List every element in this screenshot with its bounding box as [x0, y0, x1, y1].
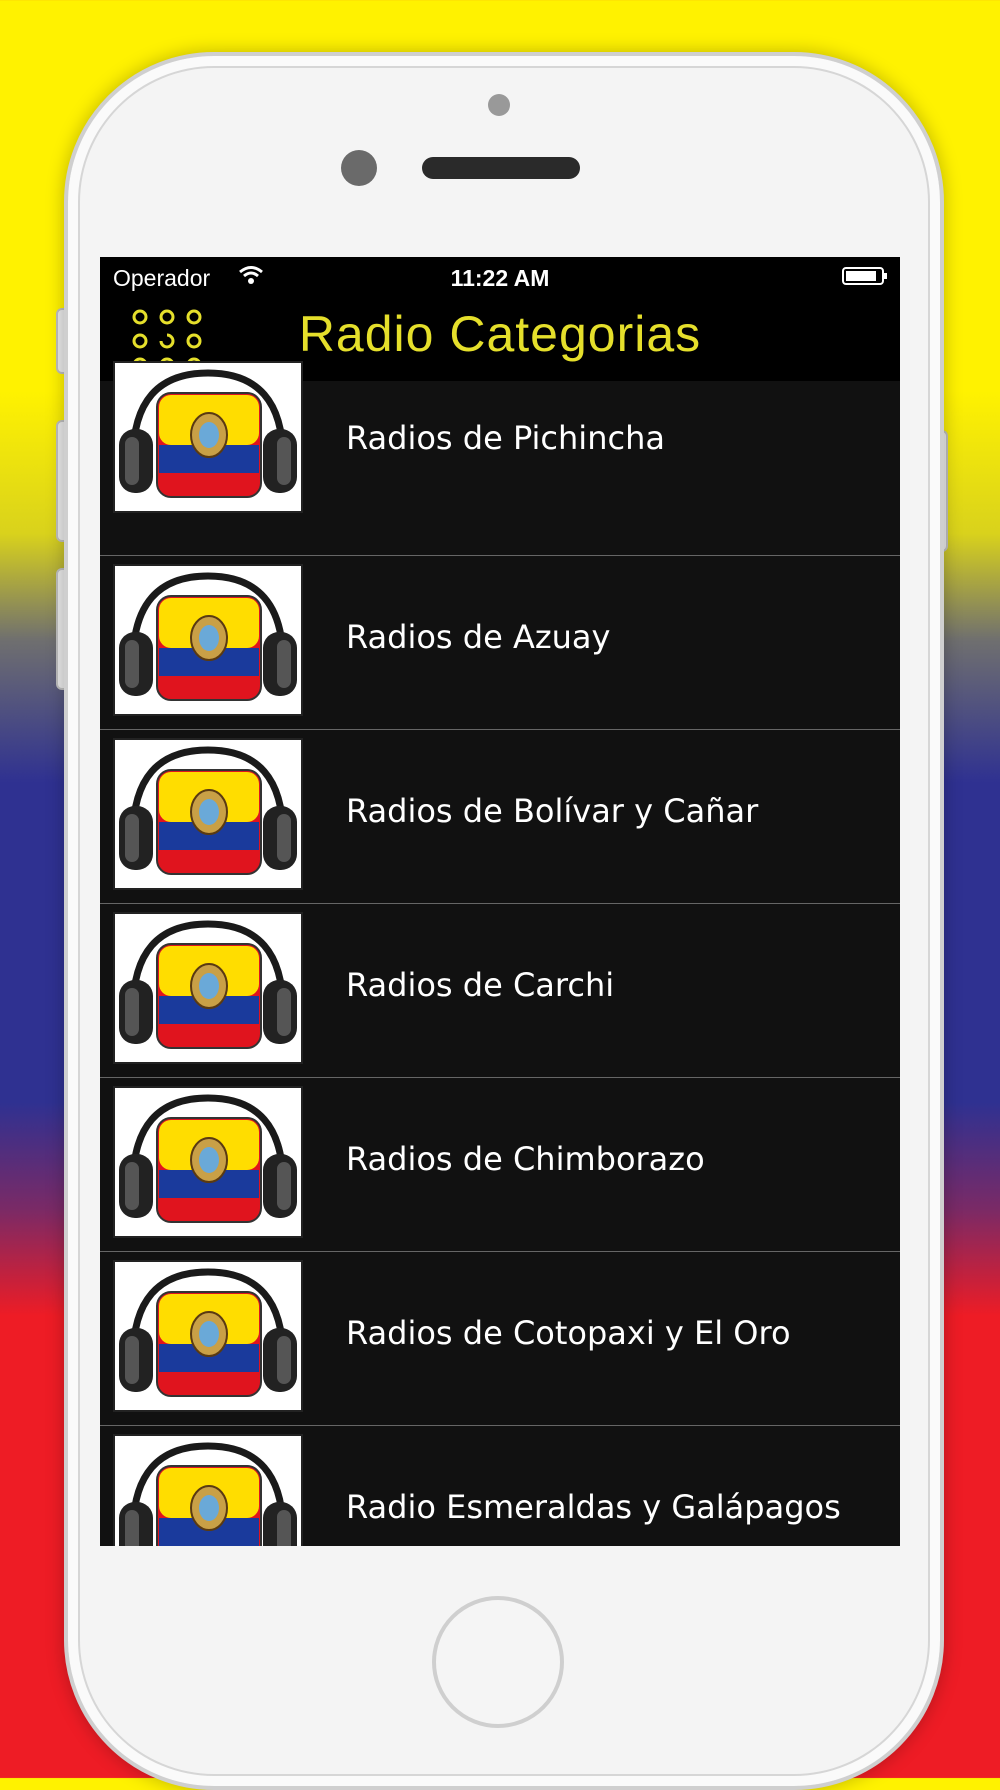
radio-thumbnail [113, 738, 303, 890]
category-label: Radios de Chimborazo [346, 1140, 705, 1178]
category-label: Radios de Bolívar y Cañar [346, 792, 759, 830]
list-item[interactable]: Radios de Bolívar y Cañar [100, 729, 900, 903]
list-item[interactable]: Radios de Carchi [100, 903, 900, 1077]
radio-thumbnail [113, 1260, 303, 1412]
category-label: Radios de Pichincha [346, 419, 665, 457]
status-time: 11:22 AM [450, 265, 550, 291]
list-item[interactable]: Radios de Pichincha [100, 361, 900, 555]
list-item[interactable]: Radio Esmeraldas y Galápagos [100, 1425, 900, 1546]
headphones-flag-icon [119, 1094, 297, 1223]
headphones-flag-icon [119, 1442, 297, 1546]
category-list: Radios de Pichincha Radios de Azuay Radi… [100, 361, 900, 1546]
headphones-flag-icon [119, 572, 297, 701]
status-bar: Operador 11:22 AM [100, 257, 900, 295]
earpiece-speaker [422, 157, 580, 179]
headphones-flag-icon [119, 746, 297, 875]
radio-thumbnail [113, 1434, 303, 1546]
list-item[interactable]: Radios de Azuay [100, 555, 900, 729]
app-screen: Operador 11:22 AM Radio Categorias Radio… [100, 257, 900, 1546]
list-item[interactable]: Radios de Chimborazo [100, 1077, 900, 1251]
front-camera [341, 150, 377, 186]
list-item[interactable]: Radios de Cotopaxi y El Oro [100, 1251, 900, 1425]
headphones-flag-icon [119, 920, 297, 1049]
category-label: Radios de Cotopaxi y El Oro [346, 1314, 791, 1352]
headphones-flag-icon [119, 369, 297, 498]
proximity-sensor [488, 94, 510, 116]
radio-thumbnail [113, 361, 303, 513]
page-title: Radio Categorias [298, 306, 702, 362]
radio-thumbnail [113, 564, 303, 716]
battery-icon [842, 267, 887, 285]
category-label: Radios de Azuay [346, 618, 611, 656]
headphones-flag-icon [119, 1268, 297, 1397]
category-label: Radios de Carchi [346, 966, 615, 1004]
home-button[interactable] [432, 1596, 564, 1728]
category-label: Radio Esmeraldas y Galápagos [346, 1488, 841, 1526]
radio-thumbnail [113, 912, 303, 1064]
radio-thumbnail [113, 1086, 303, 1238]
